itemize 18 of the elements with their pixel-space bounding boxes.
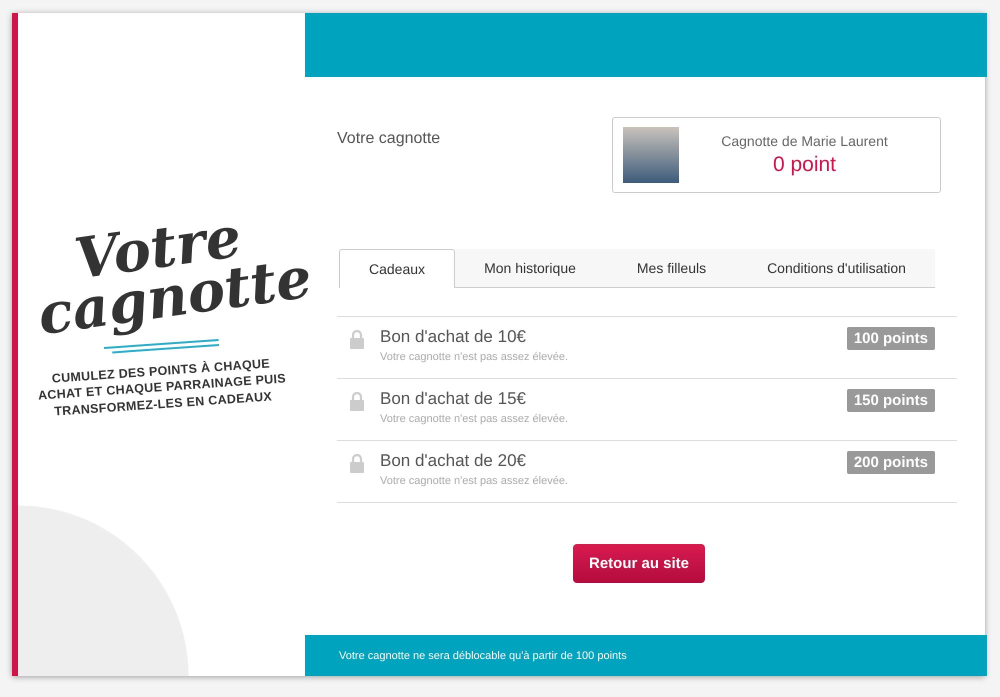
double-line-icon xyxy=(104,338,220,355)
tagline: CUMULEZ DES POINTS À CHAQUE ACHAT ET CHAQUE PARRAINAGE PUIS TRANSFORMEZ-LES EN CADEAUX xyxy=(36,355,287,420)
reward-title: Bon d'achat de 15€ xyxy=(380,389,527,409)
points-badge: 100 points xyxy=(846,327,935,350)
points-badge: 150 points xyxy=(846,389,935,412)
back-button[interactable]: Retour au site xyxy=(572,544,706,583)
footer-note: Votre cagnotte ne sera déblocable qu'à partir de 100 points xyxy=(339,650,627,662)
reward-note: Votre cagnotte n'est pas assez élevée. xyxy=(380,351,569,363)
tab[interactable]: Cadeaux xyxy=(339,249,455,288)
photo-placeholder xyxy=(623,127,679,183)
points-badge: 200 points xyxy=(846,451,935,474)
reward-note: Votre cagnotte n'est pas assez élevée. xyxy=(380,413,569,425)
points-balance: 0 point xyxy=(772,153,836,177)
reward-title: Bon d'achat de 20€ xyxy=(380,451,527,471)
section-title: Votre cagnotte xyxy=(337,130,440,148)
account-owner: Cagnotte de Marie Laurent xyxy=(721,133,888,149)
reward-title: Bon d'achat de 10€ xyxy=(380,327,527,347)
reward-note: Votre cagnotte n'est pas assez élevée. xyxy=(380,475,569,487)
